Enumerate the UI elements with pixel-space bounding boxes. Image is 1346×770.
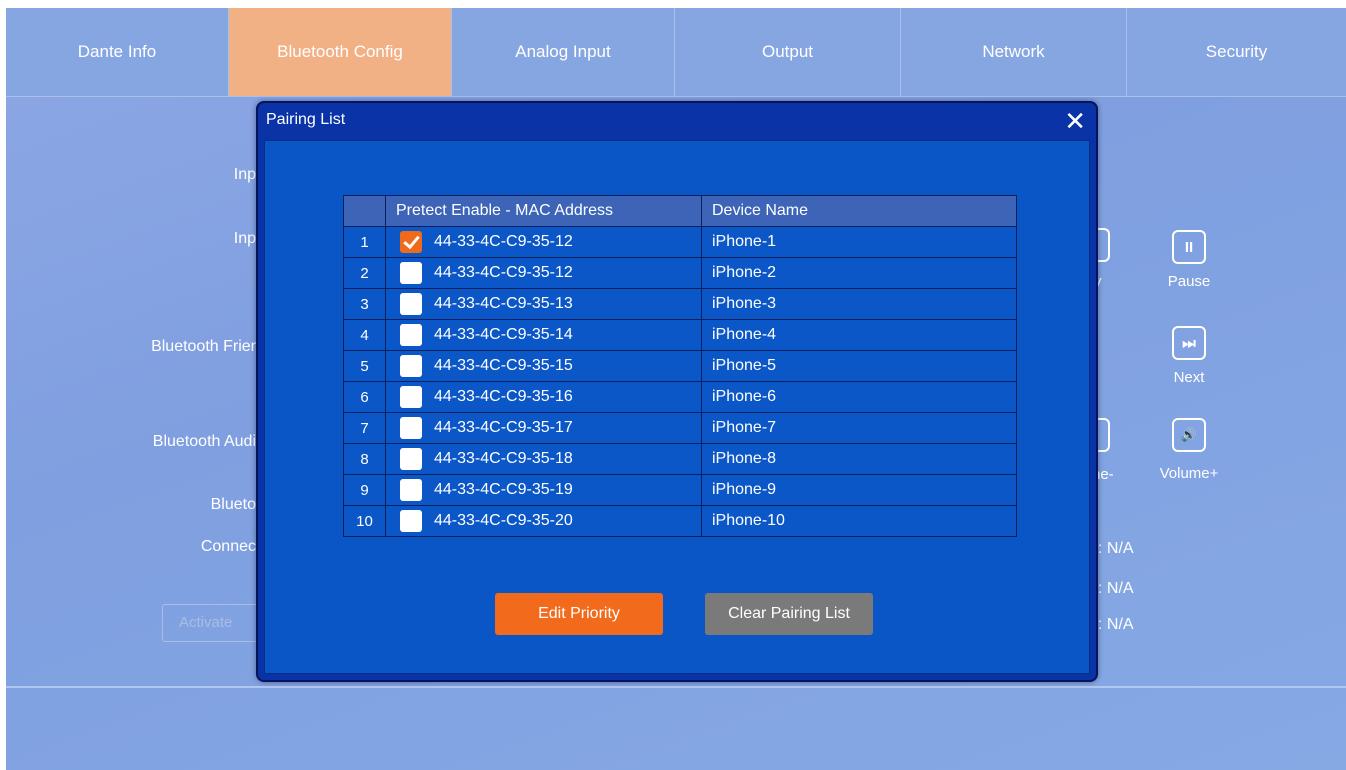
- bg-label-bluetooth-friendly: Bluetooth Frier: [151, 338, 256, 355]
- protect-enable-checkbox[interactable]: [400, 510, 422, 532]
- device-name: iPhone-4: [701, 319, 1017, 351]
- mac-cell: 44-33-4C-C9-35-15: [385, 350, 702, 382]
- mac-address: 44-33-4C-C9-35-19: [434, 481, 573, 498]
- protect-enable-checkbox[interactable]: [400, 293, 422, 315]
- device-name: iPhone-3: [701, 288, 1017, 320]
- footer-divider: [6, 686, 1346, 688]
- dialog-body: Pretect Enable - MAC Address Device Name…: [264, 140, 1090, 674]
- device-name: iPhone-1: [701, 226, 1017, 258]
- protect-enable-checkbox[interactable]: [400, 386, 422, 408]
- device-name: iPhone-7: [701, 412, 1017, 444]
- table-row: 8 44-33-4C-C9-35-18 iPhone-8: [343, 443, 1017, 475]
- mac-cell: 44-33-4C-C9-35-12: [385, 226, 702, 258]
- mac-cell: 44-33-4C-C9-35-20: [385, 505, 702, 537]
- row-index: 8: [343, 443, 386, 475]
- mac-cell: 44-33-4C-C9-35-17: [385, 412, 702, 444]
- row-index: 6: [343, 381, 386, 413]
- mac-address: 44-33-4C-C9-35-13: [434, 295, 573, 312]
- bg-label-bluetooth: Blueto: [210, 496, 256, 513]
- pause-icon: II: [1184, 238, 1194, 256]
- table-row: 5 44-33-4C-C9-35-15 iPhone-5: [343, 350, 1017, 382]
- bg-label-input-2: Inp: [233, 230, 256, 247]
- row-index: 7: [343, 412, 386, 444]
- dialog-title: Pairing List: [266, 111, 346, 128]
- mac-address: 44-33-4C-C9-35-20: [434, 512, 573, 529]
- tab-output[interactable]: Output: [675, 8, 901, 96]
- row-index: 3: [343, 288, 386, 320]
- volume-up-button[interactable]: 🔊: [1172, 418, 1206, 452]
- protect-enable-checkbox[interactable]: [400, 355, 422, 377]
- mac-cell: 44-33-4C-C9-35-14: [385, 319, 702, 351]
- row-index: 2: [343, 257, 386, 289]
- protect-enable-checkbox[interactable]: [400, 479, 422, 501]
- table-row: 1 44-33-4C-C9-35-12 iPhone-1: [343, 226, 1017, 258]
- protect-enable-checkbox[interactable]: [400, 324, 422, 346]
- pairing-list-dialog: Pairing List ✕ Pretect Enable - MAC Addr…: [256, 101, 1098, 682]
- mac-address: 44-33-4C-C9-35-15: [434, 357, 573, 374]
- mac-cell: 44-33-4C-C9-35-18: [385, 443, 702, 475]
- column-header-device-name: Device Name: [701, 195, 1017, 227]
- clear-pairing-list-button[interactable]: Clear Pairing List: [705, 593, 873, 635]
- table-row: 9 44-33-4C-C9-35-19 iPhone-9: [343, 474, 1017, 506]
- table-row: 3 44-33-4C-C9-35-13 iPhone-3: [343, 288, 1017, 320]
- next-label: Next: [1173, 369, 1205, 386]
- close-icon[interactable]: ✕: [1064, 106, 1086, 136]
- next-icon: ⏭: [1182, 334, 1196, 352]
- bg-label-bluetooth-audio: Bluetooth Audi: [152, 433, 256, 450]
- tab-analog-input[interactable]: Analog Input: [452, 8, 675, 96]
- row-index: 4: [343, 319, 386, 351]
- speaker-icon: 🔊: [1180, 427, 1198, 442]
- device-name: iPhone-2: [701, 257, 1017, 289]
- status-value-2: : N/A: [1098, 580, 1134, 597]
- table-row: 10 44-33-4C-C9-35-20 iPhone-10: [343, 505, 1017, 537]
- table-row: 7 44-33-4C-C9-35-17 iPhone-7: [343, 412, 1017, 444]
- table-header-row: Pretect Enable - MAC Address Device Name: [343, 195, 1017, 227]
- pairing-table: Pretect Enable - MAC Address Device Name…: [343, 195, 1017, 537]
- mac-cell: 44-33-4C-C9-35-12: [385, 257, 702, 289]
- mac-address: 44-33-4C-C9-35-12: [434, 233, 573, 250]
- pause-label: Pause: [1167, 273, 1211, 290]
- device-name: iPhone-10: [701, 505, 1017, 537]
- tab-bluetooth-config[interactable]: Bluetooth Config: [229, 8, 452, 96]
- row-index: 1: [343, 226, 386, 258]
- protect-enable-checkbox[interactable]: [400, 417, 422, 439]
- mac-cell: 44-33-4C-C9-35-13: [385, 288, 702, 320]
- app-window: Dante Info Bluetooth Config Analog Input…: [6, 8, 1346, 770]
- protect-enable-checkbox[interactable]: [400, 448, 422, 470]
- tab-dante-info[interactable]: Dante Info: [6, 8, 229, 96]
- tab-network[interactable]: Network: [901, 8, 1127, 96]
- mac-cell: 44-33-4C-C9-35-19: [385, 474, 702, 506]
- tab-divider: [6, 96, 1346, 97]
- device-name: iPhone-9: [701, 474, 1017, 506]
- mac-address: 44-33-4C-C9-35-12: [434, 264, 573, 281]
- bg-label-input-1: Inp: [233, 166, 256, 183]
- device-name: iPhone-8: [701, 443, 1017, 475]
- table-row: 2 44-33-4C-C9-35-12 iPhone-2: [343, 257, 1017, 289]
- status-value-1: : N/A: [1098, 540, 1134, 557]
- protect-enable-checkbox[interactable]: [400, 262, 422, 284]
- device-name: iPhone-5: [701, 350, 1017, 382]
- mac-address: 44-33-4C-C9-35-17: [434, 419, 573, 436]
- volume-up-label: Volume+: [1159, 465, 1219, 482]
- tab-security[interactable]: Security: [1127, 8, 1346, 96]
- status-value-3: : N/A: [1098, 616, 1134, 633]
- mac-address: 44-33-4C-C9-35-16: [434, 388, 573, 405]
- device-name: iPhone-6: [701, 381, 1017, 413]
- row-index: 5: [343, 350, 386, 382]
- column-header-mac: Pretect Enable - MAC Address: [385, 195, 702, 227]
- pause-button[interactable]: II: [1172, 230, 1206, 264]
- mac-address: 44-33-4C-C9-35-14: [434, 326, 573, 343]
- next-button[interactable]: ⏭: [1172, 326, 1206, 360]
- bg-label-connection: Connec: [200, 538, 256, 555]
- protect-enable-checkbox[interactable]: [400, 231, 422, 253]
- column-header-index: [343, 195, 386, 227]
- table-row: 4 44-33-4C-C9-35-14 iPhone-4: [343, 319, 1017, 351]
- edit-priority-button[interactable]: Edit Priority: [495, 593, 663, 635]
- tab-bar: Dante Info Bluetooth Config Analog Input…: [6, 8, 1346, 96]
- mac-cell: 44-33-4C-C9-35-16: [385, 381, 702, 413]
- row-index: 10: [343, 505, 386, 537]
- row-index: 9: [343, 474, 386, 506]
- table-row: 6 44-33-4C-C9-35-16 iPhone-6: [343, 381, 1017, 413]
- mac-address: 44-33-4C-C9-35-18: [434, 450, 573, 467]
